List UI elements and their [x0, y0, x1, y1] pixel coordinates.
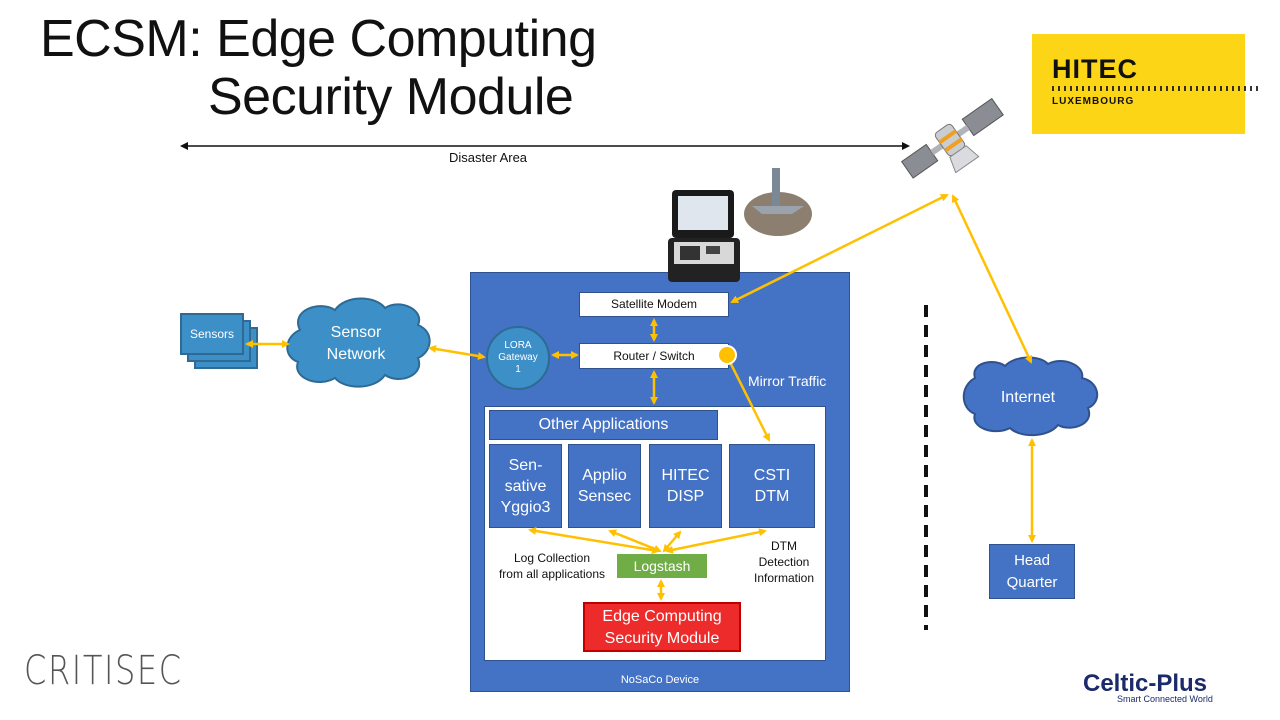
disaster-area-label: Disaster Area: [449, 150, 528, 165]
celtic-plus-tagline: Smart Connected World: [1117, 694, 1213, 704]
arrow-logstash-dtm: [665, 528, 767, 554]
celtic-plus-logo: Celtic-Plus Smart Connected World: [1083, 670, 1213, 704]
internet-label: Internet: [1000, 389, 1056, 406]
field-terminal-icon: [668, 190, 740, 282]
satellite-icon: [900, 97, 1004, 179]
line-mirror-traffic: [728, 361, 771, 442]
arrow-logstash-yggio: [528, 527, 660, 554]
ground-antenna-icon: [744, 168, 812, 236]
sensor-network-label: Sensor Network: [326, 324, 386, 363]
critisec-logo: CRITISEC: [24, 648, 183, 694]
mirror-port-dot: [717, 345, 737, 365]
diagram-overlay: [180, 97, 1098, 601]
arrow-satellite-internet: [951, 194, 1033, 364]
arrow-network-lora: [428, 345, 486, 360]
